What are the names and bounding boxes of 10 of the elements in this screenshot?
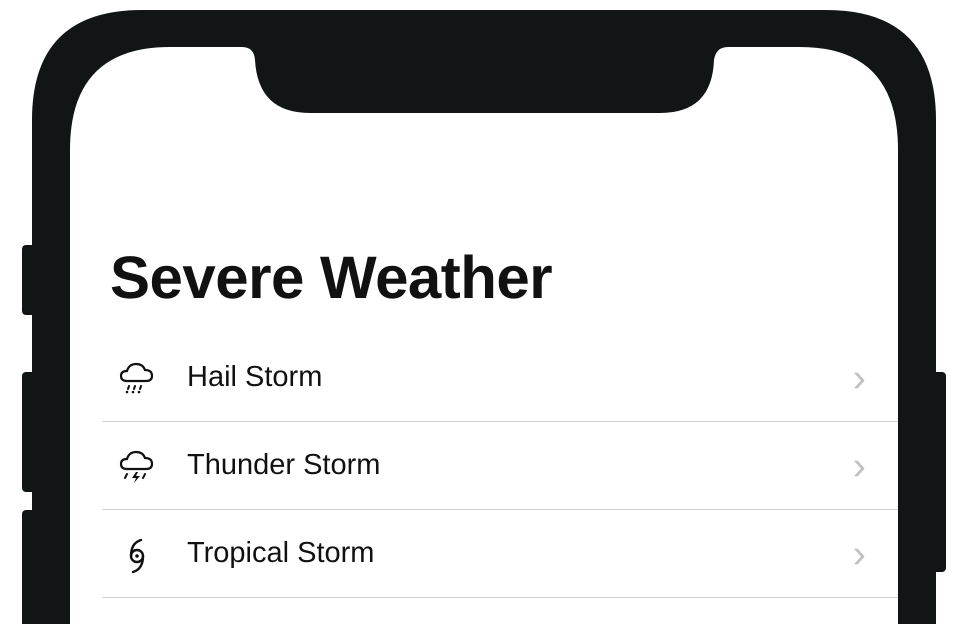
chevron-icon: › bbox=[852, 534, 866, 574]
page-title: Severe Weather bbox=[110, 248, 552, 308]
list-row[interactable]: Thunder Storm › bbox=[102, 422, 898, 510]
list-row[interactable]: Tropical Storm › bbox=[102, 510, 898, 598]
chevron-icon: › bbox=[852, 358, 866, 398]
list-row[interactable]: Hail Storm › bbox=[102, 334, 898, 422]
row-label: Hail Storm bbox=[187, 360, 322, 395]
chevron-icon: › bbox=[852, 446, 866, 486]
row-label: Tropical Storm bbox=[187, 536, 374, 571]
row-label: Thunder Storm bbox=[187, 448, 380, 483]
